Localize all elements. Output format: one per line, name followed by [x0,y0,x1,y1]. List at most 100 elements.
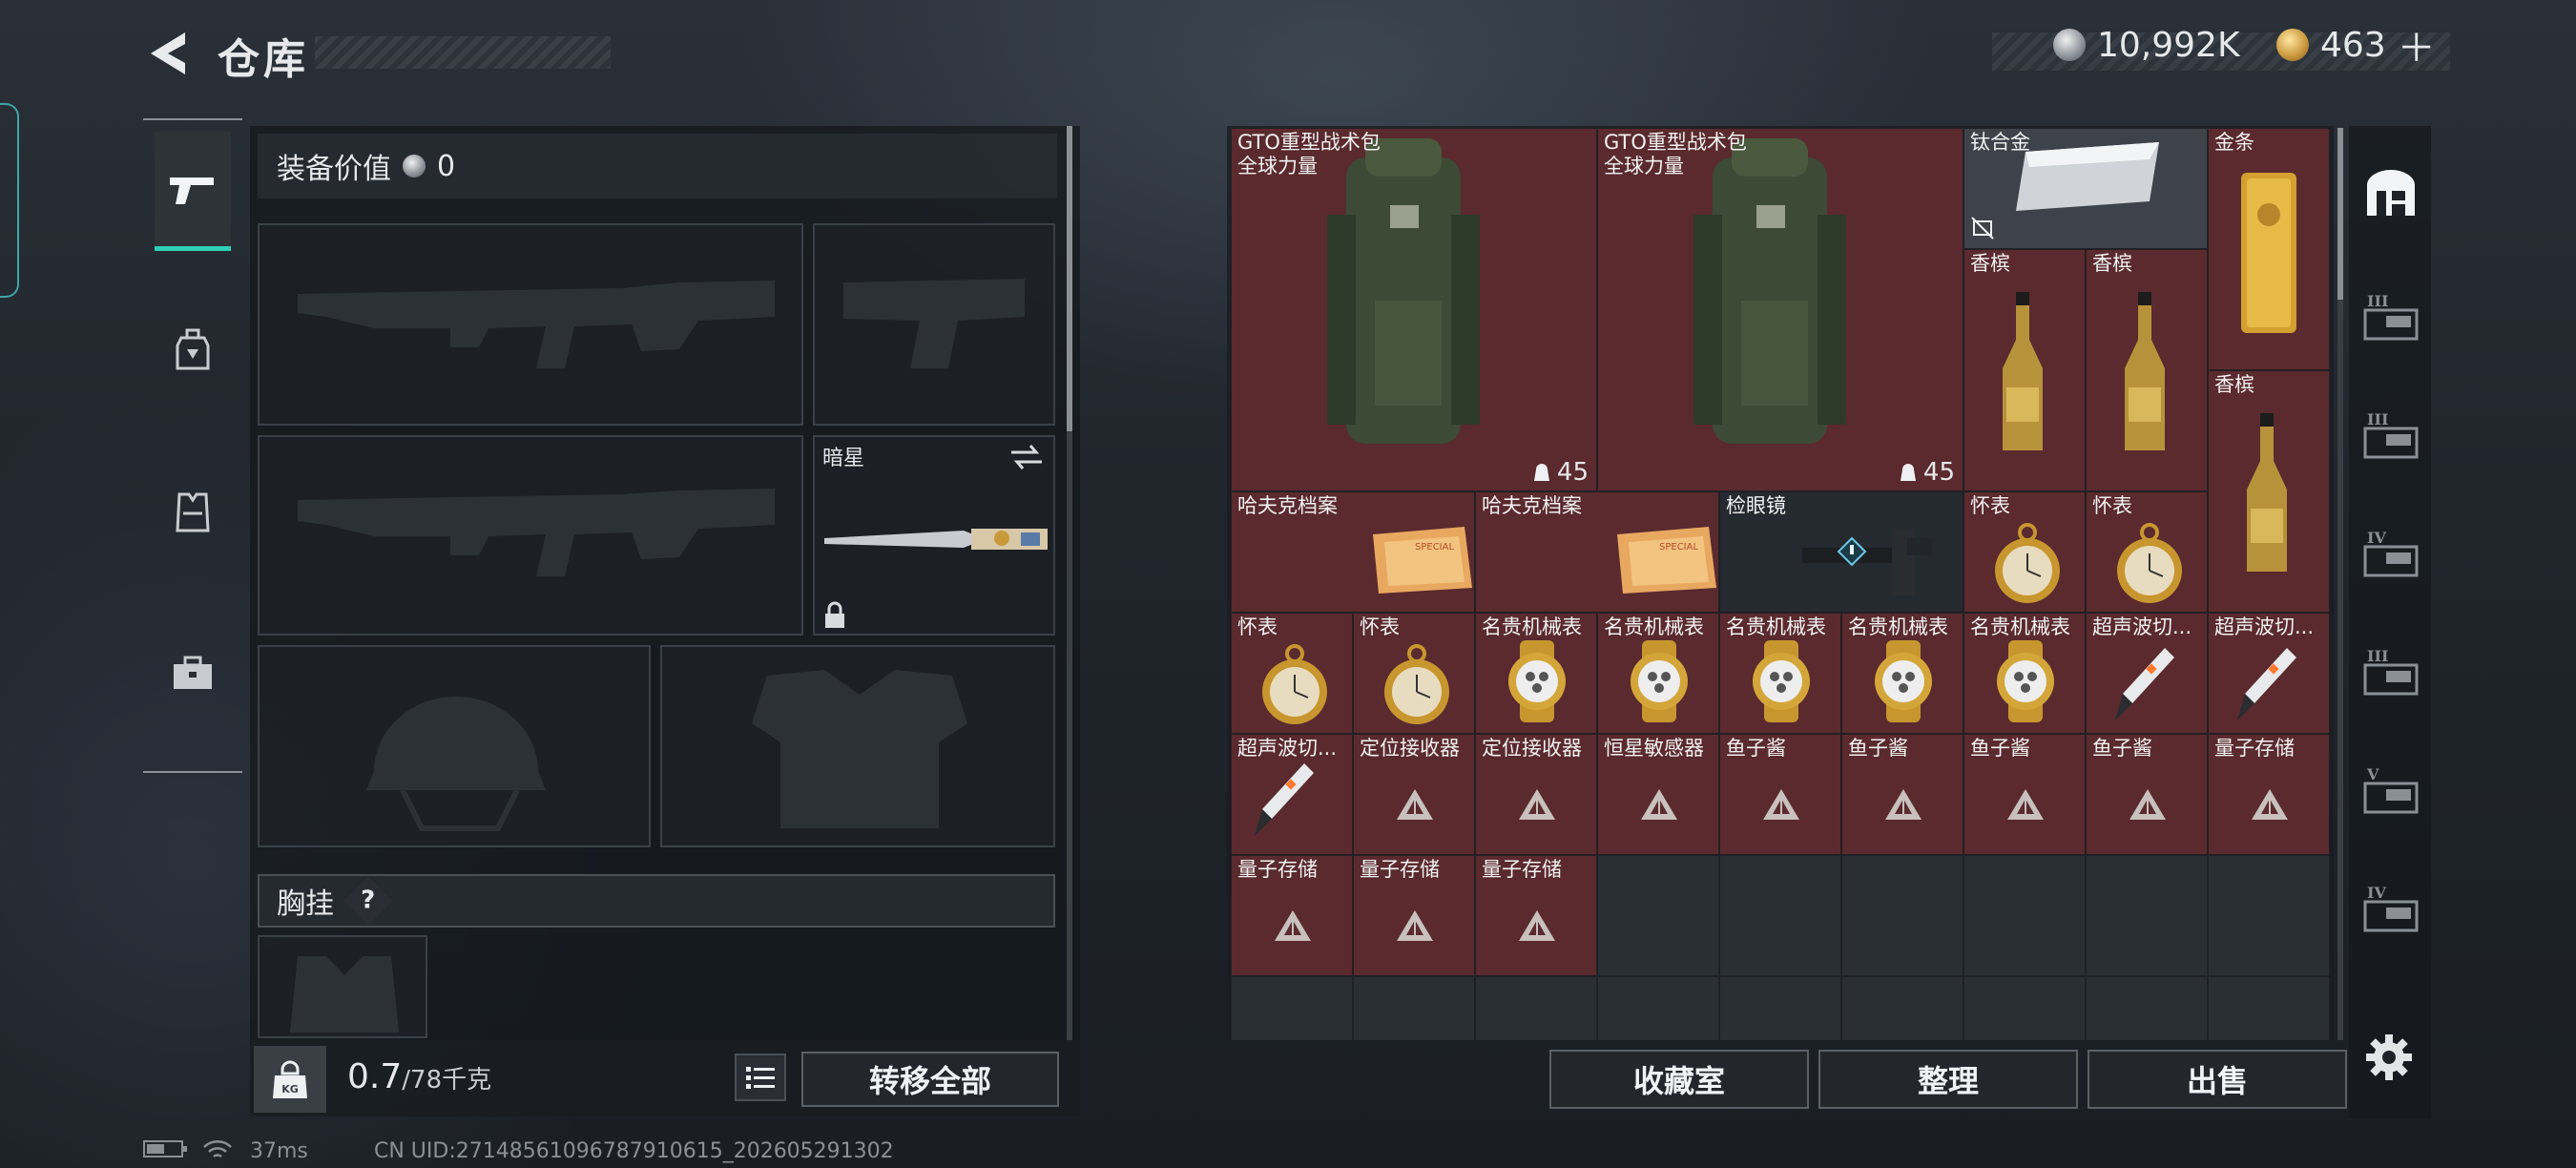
empty-grid-cell[interactable] [1841,976,1963,1040]
storage-item[interactable]: 怀表 [1963,491,2086,613]
storage-item[interactable]: SPECIAL 哈夫克档案 [1475,491,1719,613]
storage-tab-tier[interactable]: III [2357,263,2425,368]
category-weapons[interactable] [155,132,231,251]
empty-grid-cell[interactable] [1963,855,2086,976]
add-gold-button[interactable]: ＋ [2398,17,2436,73]
item-name: 鱼子酱 [1970,737,2030,760]
svg-text:V: V [2366,765,2379,783]
storage-tab-tier[interactable]: V [2357,737,2425,842]
helmet-slot[interactable] [258,645,651,847]
svg-text:III: III [2367,292,2388,310]
weight-max: /78千克 [402,1066,492,1095]
sort-button[interactable]: 整理 [1818,1050,2078,1109]
empty-grid-cell[interactable] [1719,976,1841,1040]
collection-room-button[interactable]: 收藏室 [1549,1050,1809,1109]
empty-grid-cell[interactable] [2208,976,2330,1040]
storage-item[interactable]: 鱼子酱 [1719,734,1841,855]
storage-item[interactable]: 超声波切... [2086,613,2208,734]
item-name: 超声波切... [2092,615,2192,638]
empty-grid-cell[interactable] [2208,855,2330,976]
storage-item[interactable]: 怀表 [1231,613,1353,734]
storage-item[interactable]: 怀表 [2086,491,2208,613]
empty-grid-cell[interactable] [1597,976,1719,1040]
gold-currency[interactable]: 463 ＋ [2276,21,2436,71]
storage-item[interactable]: 量子存储 [1231,855,1353,976]
ultrasonic-cutter-icon [1251,758,1318,844]
storage-tab-tier[interactable]: III [2357,382,2425,487]
equip-value-label: 装备价值 [277,153,391,186]
storage-item[interactable]: 量子存储 [2208,734,2330,855]
empty-grid-cell[interactable] [1231,976,1353,1040]
storage-item[interactable]: 香槟 [2086,249,2208,491]
transfer-all-button[interactable]: 转移全部 [801,1052,1059,1107]
empty-grid-cell[interactable] [2086,855,2208,976]
loadout-scroll-thumb[interactable] [1067,126,1072,431]
svg-text:IV: IV [2367,884,2386,902]
swap-icon[interactable] [1008,441,1046,473]
pocket-watch-icon [1373,640,1459,734]
melee-slot[interactable]: 暗星 [813,435,1055,636]
settings-button[interactable] [2362,1031,2416,1088]
storage-item[interactable]: 超声波切... [1231,734,1353,855]
empty-grid-cell[interactable] [1719,855,1841,976]
empty-grid-cell[interactable] [2086,976,2208,1040]
empty-grid-cell[interactable] [1597,855,1719,976]
category-backpack[interactable] [155,292,231,407]
body-armor-slot[interactable] [660,645,1055,847]
category-armor[interactable] [155,454,231,569]
storage-item[interactable]: 名贵机械表 [1963,613,2086,734]
storage-item[interactable]: 香槟 [2208,370,2330,613]
storage-item[interactable]: 香槟 [1963,249,2086,491]
item-name: 怀表 [1360,615,1400,638]
storage-item[interactable]: 名贵机械表 [1719,613,1841,734]
storage-item[interactable]: 钛合金 [1963,128,2208,249]
storage-grid: GTO重型战术包 全球力量 45 GTO重型战术包 全球力量 45 钛合金 金条 香槟 香槟香… [1231,128,2330,1040]
item-name: 香槟 [2214,373,2254,396]
svg-text:IV: IV [2367,529,2386,547]
storage-item[interactable]: 怀表 [1353,613,1475,734]
help-icon[interactable]: ? [343,876,393,926]
storage-tab-home[interactable] [2357,141,2425,246]
sell-button[interactable]: 出售 [2088,1050,2347,1109]
storage-tab-tier[interactable]: IV [2357,855,2425,960]
list-view-button[interactable] [735,1053,786,1101]
storage-scroll-thumb[interactable] [2337,128,2343,300]
back-button[interactable] [143,27,193,80]
empty-grid-cell[interactable] [1353,976,1475,1040]
primary-weapon-slot-2[interactable] [258,435,803,636]
storage-item[interactable]: GTO重型战术包 全球力量 45 [1597,128,1963,491]
item-capacity-value: 45 [1556,458,1589,487]
chest-rig-slot[interactable] [258,935,427,1038]
toolbox-icon [174,656,212,689]
storage-tab-tier[interactable]: III [2357,618,2425,723]
storage-item[interactable]: 鱼子酱 [1963,734,2086,855]
empty-grid-cell[interactable] [1475,976,1597,1040]
storage-item[interactable]: 量子存储 [1353,855,1475,976]
side-drawer-tab[interactable] [0,103,19,298]
storage-item[interactable]: 超声波切... [2208,613,2330,734]
empty-grid-cell[interactable] [1963,976,2086,1040]
storage-item[interactable]: 金条 [2208,128,2330,370]
empty-grid-cell[interactable] [1841,855,1963,976]
storage-item[interactable]: SPECIAL 哈夫克档案 [1231,491,1475,613]
back-arrow-icon [151,32,185,74]
storage-item[interactable]: GTO重型战术包 全球力量 45 [1231,128,1597,491]
no-sell-icon [1970,216,1995,244]
storage-item[interactable]: 名贵机械表 [1841,613,1963,734]
storage-item[interactable]: 鱼子酱 [1841,734,1963,855]
storage-tab-tier[interactable]: IV [2357,500,2425,605]
storage-item[interactable]: 定位接收器 [1475,734,1597,855]
storage-item[interactable]: 鱼子酱 [2086,734,2208,855]
storage-item[interactable]: 名贵机械表 [1597,613,1719,734]
storage-item[interactable]: 检眼镜 [1719,491,1963,613]
primary-weapon-slot-1[interactable] [258,223,803,426]
item-name: GTO重型战术包 全球力量 [1237,131,1381,177]
category-supplies[interactable] [155,616,231,731]
storage-item[interactable]: 名贵机械表 [1475,613,1597,734]
sidearm-slot[interactable] [813,223,1055,426]
storage-item[interactable]: 定位接收器 [1353,734,1475,855]
item-name: 名贵机械表 [1604,615,1704,638]
item-name: 量子存储 [1237,858,1318,881]
storage-item[interactable]: 恒星敏感器 [1597,734,1719,855]
storage-item[interactable]: 量子存储 [1475,855,1597,976]
